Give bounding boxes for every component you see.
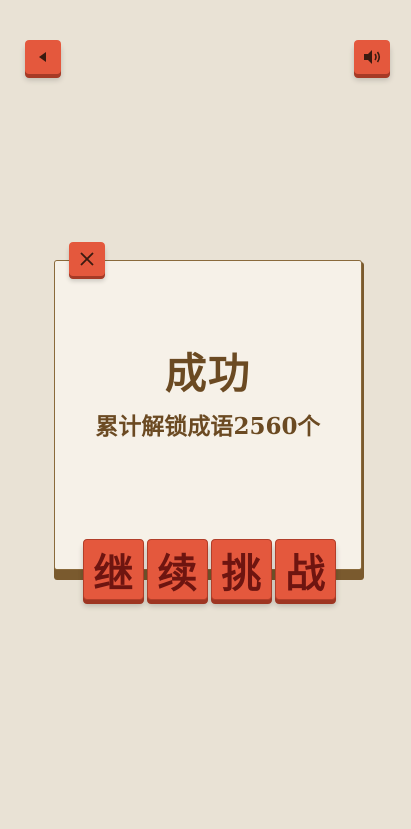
triangle-left-icon: [39, 52, 46, 62]
sound-button[interactable]: [354, 40, 390, 74]
speaker-icon: [364, 50, 381, 64]
tile-3[interactable]: 挑: [211, 539, 272, 600]
close-x-icon: [80, 252, 94, 266]
close-dialog-button[interactable]: [69, 242, 105, 276]
dialog-message: 累计解锁成语2560个: [95, 413, 321, 440]
tile-2[interactable]: 续: [147, 539, 208, 600]
dialog-title: 成功: [164, 349, 251, 398]
tile-1[interactable]: 继: [83, 539, 144, 600]
continue-challenge-button[interactable]: 继 续 挑 战: [83, 539, 336, 600]
back-button[interactable]: [25, 40, 61, 74]
tile-4[interactable]: 战: [275, 539, 336, 600]
